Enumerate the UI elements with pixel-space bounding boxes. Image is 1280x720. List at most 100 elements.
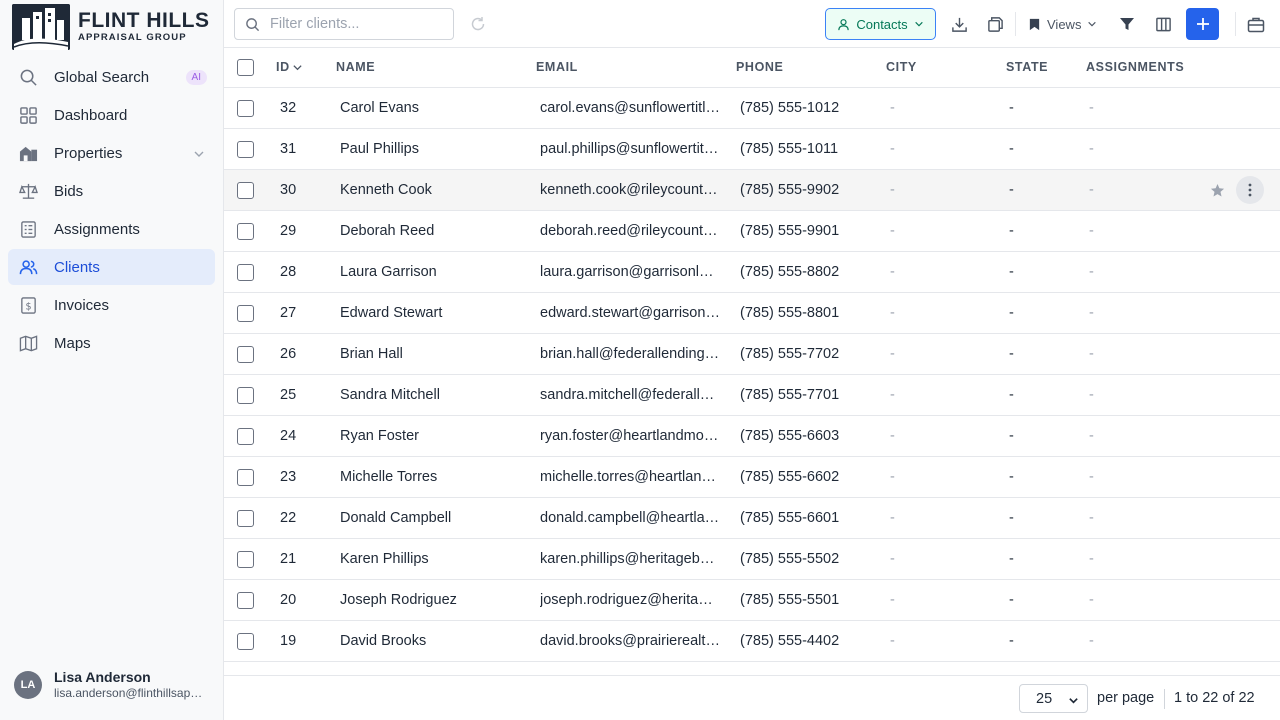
sidebar-item-properties[interactable]: Properties <box>8 135 215 171</box>
cell-city: - <box>890 387 895 403</box>
cell-assignments: - <box>1089 305 1094 321</box>
cell-city: - <box>890 264 895 280</box>
cell-state: - <box>1009 305 1014 321</box>
column-header-email[interactable]: EMAIL <box>536 60 578 74</box>
sidebar-nav: Global Search AI Dashboard Properties Bi… <box>8 59 215 363</box>
sidebar-item-label: Global Search <box>54 68 150 86</box>
row-checkbox[interactable] <box>237 264 254 281</box>
download-icon[interactable] <box>947 12 971 36</box>
copy-icon[interactable] <box>983 12 1007 36</box>
table-row[interactable]: 23 Michelle Torres michelle.torres@heartla… <box>224 457 1280 498</box>
table-row[interactable]: 22 Donald Campbell donald.campbell@heartla… <box>224 498 1280 539</box>
sidebar-item-global-search[interactable]: Global Search AI <box>8 59 215 95</box>
more-vertical-icon[interactable] <box>1236 176 1264 204</box>
column-header-label: ID <box>276 60 290 74</box>
cell-city: - <box>890 633 895 649</box>
briefcase-icon[interactable] <box>1244 12 1268 36</box>
row-checkbox[interactable] <box>237 592 254 609</box>
table-row[interactable]: 25 Sandra Mitchell sandra.mitchell@federal… <box>224 375 1280 416</box>
cell-phone: (785) 555-9902 <box>740 182 840 198</box>
column-header-phone[interactable]: PHONE <box>736 60 783 74</box>
row-checkbox[interactable] <box>237 510 254 527</box>
cell-email: laura.garrison@garrisonlaw.com <box>540 264 720 280</box>
table-row[interactable]: 19 David Brooks david.brooks@prairierealty… <box>224 621 1280 662</box>
clipboard-icon <box>18 219 38 239</box>
column-header-state[interactable]: STATE <box>1006 60 1048 74</box>
table-row[interactable]: 26 Brian Hall brian.hall@federallending.co… <box>224 334 1280 375</box>
row-checkbox[interactable] <box>237 387 254 404</box>
table-row[interactable]: 32 Carol Evans carol.evans@sunflowertitle.… <box>224 88 1280 129</box>
table-row[interactable]: 30 Kenneth Cook kenneth.cook@rileycountyba… <box>224 170 1280 211</box>
row-checkbox[interactable] <box>237 633 254 650</box>
row-checkbox[interactable] <box>237 100 254 117</box>
filter-icon[interactable] <box>1115 12 1139 36</box>
table-body: 32 Carol Evans carol.evans@sunflowertitle.… <box>224 88 1280 662</box>
refresh-icon[interactable] <box>466 12 490 36</box>
columns-icon[interactable] <box>1151 12 1175 36</box>
row-checkbox[interactable] <box>237 469 254 486</box>
cell-email: david.brooks@prairierealty.com <box>540 633 720 649</box>
star-icon[interactable] <box>1204 176 1230 204</box>
cell-assignments: - <box>1089 633 1094 649</box>
row-checkbox[interactable] <box>237 428 254 445</box>
cell-name: Brian Hall <box>340 346 403 362</box>
sidebar-item-dashboard[interactable]: Dashboard <box>8 97 215 133</box>
table-row[interactable]: 31 Paul Phillips paul.phillips@sunflowerti… <box>224 129 1280 170</box>
views-button[interactable]: Views <box>1028 12 1097 36</box>
user-profile[interactable]: LA Lisa Anderson lisa.anderson@flinthill… <box>14 668 206 701</box>
sidebar-item-label: Dashboard <box>54 106 128 124</box>
chevron-down-icon <box>1087 19 1097 29</box>
cell-assignments: - <box>1089 346 1094 362</box>
views-label: Views <box>1047 16 1082 32</box>
cell-email: brian.hall@federallending.com <box>540 346 720 362</box>
table-row[interactable]: 28 Laura Garrison laura.garrison@garrisonl… <box>224 252 1280 293</box>
cell-state: - <box>1009 141 1014 157</box>
column-header-id[interactable]: ID <box>276 60 303 74</box>
chevron-down-icon[interactable] <box>193 147 205 164</box>
select-all-checkbox[interactable] <box>237 59 254 76</box>
users-icon <box>18 257 38 277</box>
row-checkbox[interactable] <box>237 551 254 568</box>
cell-phone: (785) 555-8801 <box>740 305 840 321</box>
page-size-select[interactable]: 25 <box>1019 684 1088 713</box>
brand-logo[interactable]: FLINT HILLS APPRAISAL GROUP <box>12 4 209 50</box>
sidebar-item-bids[interactable]: Bids <box>8 173 215 209</box>
cell-phone: (785) 555-6603 <box>740 428 840 444</box>
column-header-name[interactable]: NAME <box>336 60 375 74</box>
cell-state: - <box>1009 633 1014 649</box>
row-checkbox[interactable] <box>237 305 254 322</box>
sidebar-item-label: Invoices <box>54 296 110 314</box>
table-row[interactable]: 29 Deborah Reed deborah.reed@rileycountyba… <box>224 211 1280 252</box>
sidebar-item-clients[interactable]: Clients <box>8 249 215 285</box>
contacts-filter-button[interactable]: Contacts <box>825 8 936 40</box>
cell-phone: (785) 555-8802 <box>740 264 840 280</box>
cell-city: - <box>890 469 895 485</box>
add-client-button[interactable] <box>1186 8 1219 40</box>
cell-assignments: - <box>1089 592 1094 608</box>
row-checkbox[interactable] <box>237 141 254 158</box>
search-input[interactable] <box>270 16 440 32</box>
properties-icon <box>18 143 38 163</box>
sidebar-item-assignments[interactable]: Assignments <box>8 211 215 247</box>
sidebar-item-invoices[interactable]: $ Invoices <box>8 287 215 323</box>
cell-assignments: - <box>1089 141 1094 157</box>
column-header-assignments[interactable]: ASSIGNMENTS <box>1086 60 1184 74</box>
sidebar-item-maps[interactable]: Maps <box>8 325 215 361</box>
table-row[interactable]: 20 Joseph Rodriguez joseph.rodriguez@herit… <box>224 580 1280 621</box>
cell-email: kenneth.cook@rileycountybank.com <box>540 182 720 198</box>
row-checkbox[interactable] <box>237 182 254 199</box>
cell-email: carol.evans@sunflowertitle.com <box>540 100 720 116</box>
row-checkbox[interactable] <box>237 223 254 240</box>
cell-city: - <box>890 223 895 239</box>
cell-state: - <box>1009 592 1014 608</box>
cell-assignments: - <box>1089 387 1094 403</box>
cell-id: 27 <box>280 305 297 321</box>
column-header-city[interactable]: CITY <box>886 60 917 74</box>
cell-email: deborah.reed@rileycountybank.com <box>540 223 720 239</box>
table-row[interactable]: 21 Karen Phillips karen.phillips@heritageb… <box>224 539 1280 580</box>
cell-city: - <box>890 305 895 321</box>
row-checkbox[interactable] <box>237 346 254 363</box>
table-row[interactable]: 27 Edward Stewart edward.stewart@garrisonl… <box>224 293 1280 334</box>
table-row[interactable]: 24 Ryan Foster ryan.foster@heartlandmortga… <box>224 416 1280 457</box>
sort-desc-icon <box>292 62 303 73</box>
